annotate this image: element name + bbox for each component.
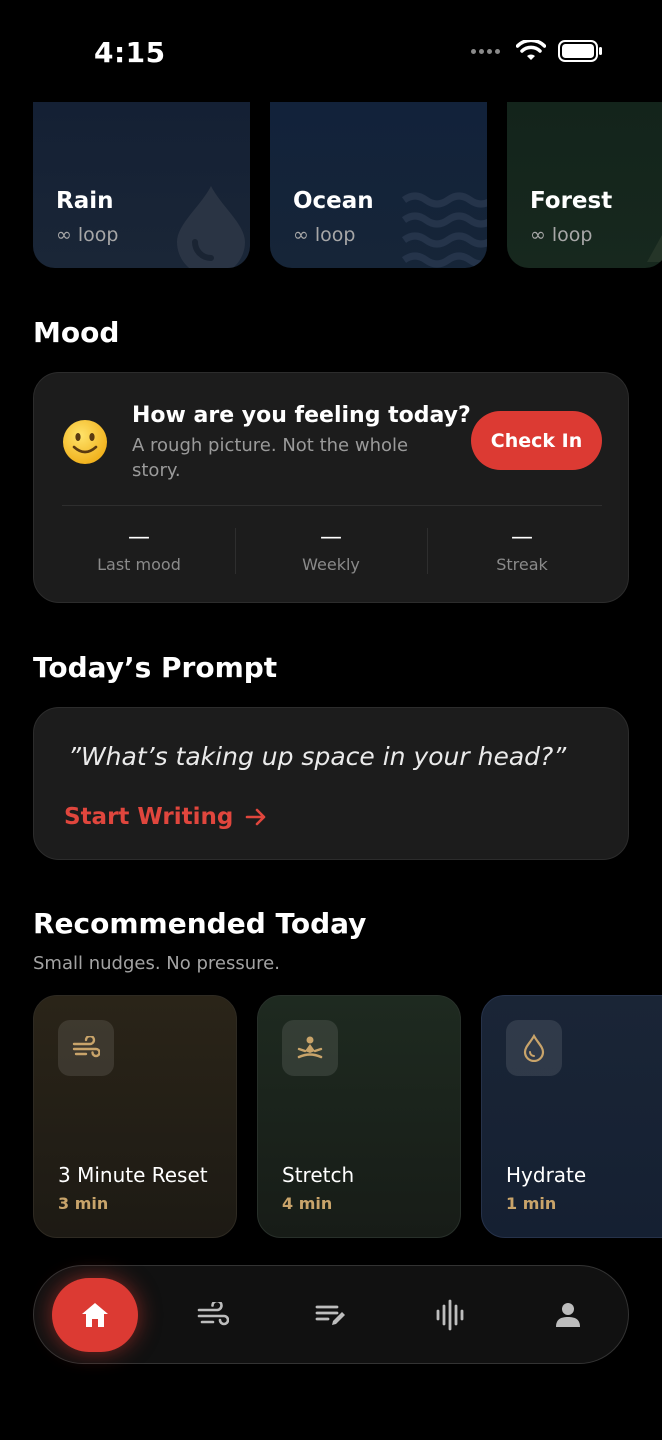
- sound-cards-row: Rain ∞ loop Ocean ∞ loop Forest ∞ loop: [33, 102, 662, 270]
- prompt-quote: ”What’s taking up space in your head?”: [68, 742, 567, 771]
- prompt-card: ”What’s taking up space in your head?” S…: [33, 707, 629, 860]
- nav-profile-button[interactable]: [533, 1280, 603, 1350]
- waves-icon: [402, 192, 487, 268]
- rec-title: Stretch: [282, 1163, 355, 1187]
- meditation-icon: [297, 1036, 323, 1059]
- nav-journal-button[interactable]: [296, 1280, 366, 1350]
- drop-icon: [523, 1034, 545, 1062]
- audio-icon: [436, 1299, 464, 1331]
- nav-home-button[interactable]: [52, 1278, 138, 1352]
- start-writing-label: Start Writing: [64, 804, 234, 830]
- divider: [62, 505, 602, 506]
- sound-card-rain[interactable]: Rain ∞ loop: [33, 102, 250, 268]
- battery-icon: [558, 40, 602, 62]
- water-drop-icon: [177, 186, 245, 268]
- journal-icon: [315, 1305, 345, 1325]
- sound-subtitle: ∞ loop: [56, 224, 119, 246]
- stat-last-mood: — Last mood: [44, 523, 234, 574]
- sound-subtitle: ∞ loop: [293, 224, 356, 246]
- sound-card-forest[interactable]: Forest ∞ loop: [507, 102, 662, 268]
- status-icons: [471, 40, 604, 62]
- prompt-heading: Today’s Prompt: [33, 651, 278, 684]
- recommended-cards-row: 3 Minute Reset 3 min Stretch 4 min Hydra…: [33, 995, 662, 1239]
- wind-icon: [197, 1302, 229, 1326]
- arrow-right-icon: [246, 808, 266, 826]
- recommended-subtitle: Small nudges. No pressure.: [33, 953, 280, 974]
- stat-value: —: [511, 525, 533, 550]
- stat-weekly: — Weekly: [236, 523, 426, 574]
- rec-title: 3 Minute Reset: [58, 1163, 208, 1187]
- rec-duration: 4 min: [282, 1194, 333, 1213]
- mood-heading: Mood: [33, 316, 120, 349]
- wind-icon: [72, 1036, 100, 1058]
- profile-icon: [556, 1303, 580, 1327]
- mood-question: How are you feeling today?: [132, 403, 471, 428]
- stat-streak: — Streak: [427, 523, 617, 574]
- rec-card-stretch[interactable]: Stretch 4 min: [257, 995, 461, 1238]
- stat-value: —: [320, 525, 342, 550]
- wifi-icon: [516, 40, 546, 60]
- sound-subtitle: ∞ loop: [530, 224, 593, 246]
- rec-card-reset[interactable]: 3 Minute Reset 3 min: [33, 995, 237, 1238]
- mood-subtitle: A rough picture. Not the whole story.: [132, 435, 409, 481]
- rec-icon-box: [282, 1020, 338, 1076]
- sound-title: Rain: [56, 188, 114, 214]
- stat-label: Weekly: [302, 555, 360, 574]
- rec-card-hydrate[interactable]: Hydrate 1 min: [481, 995, 662, 1238]
- sound-card-ocean[interactable]: Ocean ∞ loop: [270, 102, 487, 268]
- nav-sounds-button[interactable]: [415, 1280, 485, 1350]
- status-bar: 4:15: [0, 0, 662, 100]
- sound-title: Forest: [530, 188, 613, 214]
- start-writing-link[interactable]: Start Writing: [64, 804, 267, 830]
- stat-value: —: [128, 525, 150, 550]
- mood-card: How are you feeling today? A rough pictu…: [33, 372, 629, 603]
- stat-label: Last mood: [97, 555, 181, 574]
- rec-icon-box: [58, 1020, 114, 1076]
- home-icon: [82, 1303, 108, 1327]
- sound-title: Ocean: [293, 188, 374, 214]
- tree-icon: [647, 235, 662, 262]
- rec-duration: 1 min: [506, 1194, 557, 1213]
- signal-dots-icon: [471, 48, 500, 54]
- check-in-button[interactable]: Check In: [471, 411, 602, 470]
- smiley-emoji-icon: [63, 420, 107, 464]
- rec-duration: 3 min: [58, 1194, 109, 1213]
- recommended-heading: Recommended Today: [33, 907, 367, 940]
- rec-icon-box: [506, 1020, 562, 1076]
- bottom-nav: [33, 1265, 629, 1364]
- rec-title: Hydrate: [506, 1163, 587, 1187]
- status-time: 4:15: [94, 36, 166, 69]
- nav-breathe-button[interactable]: [178, 1280, 248, 1350]
- stat-label: Streak: [496, 555, 548, 574]
